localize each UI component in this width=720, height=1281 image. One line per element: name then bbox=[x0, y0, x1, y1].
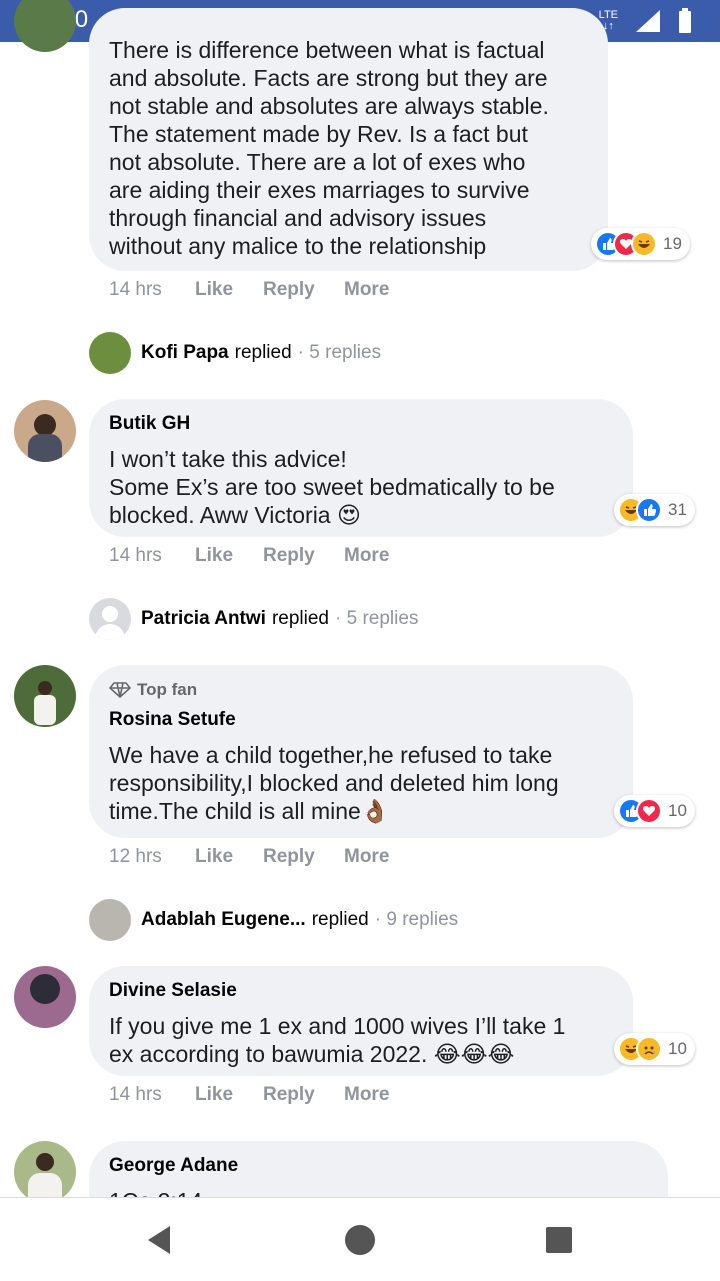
more-button[interactable]: More bbox=[344, 846, 389, 868]
comment-time: 14 hrs bbox=[109, 1084, 162, 1105]
reply-author: Kofi Papa bbox=[141, 342, 229, 363]
reply-count: · 9 replies bbox=[374, 909, 459, 930]
home-icon[interactable] bbox=[344, 1224, 376, 1256]
reaction-count: 10 bbox=[668, 1039, 687, 1058]
comment-author[interactable]: Rosina Setufe bbox=[109, 707, 613, 733]
reply-button[interactable]: Reply bbox=[263, 545, 344, 567]
comment-text: We have a child together,he refused to t… bbox=[109, 742, 559, 824]
comment-author[interactable]: Divine Selasie bbox=[109, 978, 613, 1004]
comment-bubble: Divine Selasie If you give me 1 ex and 1… bbox=[89, 966, 633, 1076]
commenter-avatar[interactable] bbox=[14, 0, 76, 52]
comment-bubble: Butik GH I won’t take this advice! Some … bbox=[89, 399, 633, 537]
more-button[interactable]: More bbox=[344, 545, 389, 567]
like-button[interactable]: Like bbox=[195, 1084, 263, 1106]
reaction-summary[interactable]: 10 bbox=[614, 795, 695, 827]
comment-text: There is difference between what is fact… bbox=[109, 37, 549, 259]
reply-avatar bbox=[89, 332, 131, 374]
reply-count: · 5 replies bbox=[335, 608, 419, 629]
commenter-avatar[interactable] bbox=[14, 966, 76, 1028]
reply-verb: replied bbox=[271, 608, 329, 629]
reply-verb: replied bbox=[311, 909, 369, 930]
replies-link[interactable]: Adablah Eugene... replied · 9 replies bbox=[89, 899, 458, 941]
signal-icon-2 bbox=[636, 10, 660, 32]
commenter-avatar[interactable] bbox=[14, 1141, 76, 1203]
reaction-count: 31 bbox=[668, 500, 687, 519]
more-button[interactable]: More bbox=[344, 279, 389, 301]
top-fan-badge: Top fan bbox=[109, 677, 613, 703]
reaction-summary[interactable]: 19 bbox=[591, 228, 690, 260]
reaction-summary[interactable]: 31 bbox=[614, 494, 695, 526]
replies-link[interactable]: Patricia Antwi replied · 5 replies bbox=[89, 598, 418, 640]
reaction-summary[interactable]: 10 bbox=[614, 1033, 695, 1065]
system-navigation-bar bbox=[0, 1197, 720, 1281]
comment-time: 12 hrs bbox=[109, 846, 162, 867]
comment-bubble: There is difference between what is fact… bbox=[89, 8, 608, 271]
like-button[interactable]: Like bbox=[195, 279, 263, 301]
reply-button[interactable]: Reply bbox=[263, 846, 344, 868]
reply-avatar bbox=[89, 899, 131, 941]
love-icon bbox=[636, 798, 662, 824]
replies-link[interactable]: Kofi Papa replied · 5 replies bbox=[89, 332, 381, 374]
sad-icon bbox=[636, 1036, 662, 1062]
comment-time: 14 hrs bbox=[109, 279, 162, 300]
comment-author[interactable]: Butik GH bbox=[109, 411, 613, 437]
recents-icon[interactable] bbox=[545, 1226, 573, 1254]
comment-actions: 12 hrs Like Reply More bbox=[109, 846, 389, 868]
comment-actions: 14 hrs Like Reply More bbox=[109, 1084, 389, 1106]
comment-text: If you give me 1 ex and 1000 wives I’ll … bbox=[109, 1013, 566, 1067]
commenter-avatar[interactable] bbox=[14, 665, 76, 727]
comment-actions: 14 hrs Like Reply More bbox=[109, 545, 389, 567]
reply-author: Adablah Eugene... bbox=[141, 909, 306, 930]
commenter-avatar[interactable] bbox=[14, 400, 76, 462]
like-icon bbox=[636, 497, 662, 523]
reaction-count: 19 bbox=[663, 234, 682, 253]
more-button[interactable]: More bbox=[344, 1084, 389, 1106]
comment-bubble: Top fan Rosina Setufe We have a child to… bbox=[89, 665, 633, 838]
reaction-count: 10 bbox=[668, 801, 687, 820]
comment-text: I won’t take this advice! Some Ex’s are … bbox=[109, 446, 555, 528]
reply-button[interactable]: Reply bbox=[263, 1084, 344, 1106]
comment-author[interactable]: George Adane bbox=[109, 1153, 648, 1179]
battery-icon bbox=[679, 8, 691, 33]
diamond-icon bbox=[109, 682, 131, 698]
like-button[interactable]: Like bbox=[195, 846, 263, 868]
reply-author: Patricia Antwi bbox=[141, 608, 266, 629]
comment-time: 14 hrs bbox=[109, 545, 162, 566]
reply-button[interactable]: Reply bbox=[263, 279, 344, 301]
back-icon[interactable] bbox=[146, 1225, 172, 1255]
haha-icon bbox=[631, 231, 657, 257]
like-button[interactable]: Like bbox=[195, 545, 263, 567]
comment-actions: 14 hrs Like Reply More bbox=[109, 279, 389, 301]
reply-avatar bbox=[89, 598, 131, 640]
reply-verb: replied bbox=[234, 342, 292, 363]
reply-count: · 5 replies bbox=[297, 342, 382, 363]
badge-label: Top fan bbox=[137, 680, 198, 699]
